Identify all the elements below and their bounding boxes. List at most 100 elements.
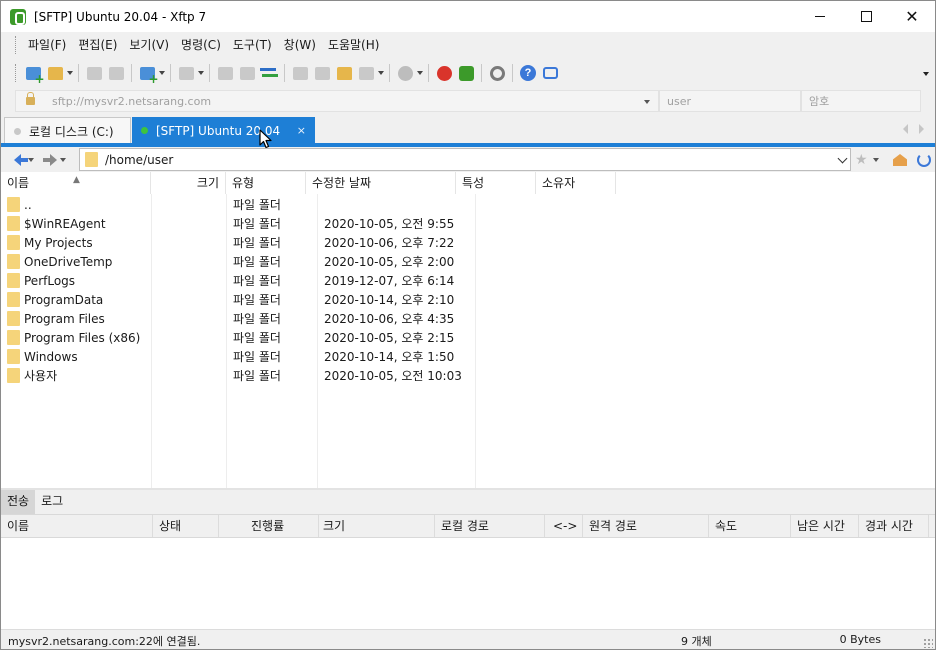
file-modified: 2020-10-05, 오전 10:03 xyxy=(324,369,462,383)
refresh-icon[interactable] xyxy=(917,153,931,167)
column-type[interactable]: 유형 xyxy=(226,172,306,194)
file-name-cell: 사용자 xyxy=(7,367,57,384)
column-owner[interactable]: 소유자 xyxy=(536,172,616,194)
chevron-down-icon[interactable] xyxy=(644,100,650,104)
transfer-col-size[interactable]: 크기 xyxy=(319,515,435,537)
column-modified[interactable]: 수정한 날짜 xyxy=(306,172,456,194)
paste-button[interactable] xyxy=(311,62,333,84)
menu-help[interactable]: 도움말(H) xyxy=(322,34,386,56)
tab-scroll-left-icon[interactable] xyxy=(903,124,908,134)
menu-tools[interactable]: 도구(T) xyxy=(227,34,278,56)
sync-button[interactable] xyxy=(258,62,280,84)
transfer-col-direction[interactable]: <-> xyxy=(545,515,583,537)
file-row[interactable]: 사용자 파일 폴더 2020-10-05, 오전 10:03 xyxy=(1,366,601,385)
new-session-button[interactable] xyxy=(22,62,45,86)
file-row[interactable]: Windows 파일 폴더 2020-10-14, 오후 1:50 xyxy=(1,347,601,366)
open-session-dropdown[interactable] xyxy=(66,62,74,84)
menu-command[interactable]: 명령(C) xyxy=(175,34,227,56)
transfer-col-elapsed[interactable]: 경과 시간 xyxy=(859,515,929,537)
tab-local-disk[interactable]: 로컬 디스크 (C:) xyxy=(4,117,131,144)
menu-edit[interactable]: 편집(E) xyxy=(72,34,123,56)
transfer-col-status[interactable]: 상태 xyxy=(153,515,219,537)
maximize-button[interactable] xyxy=(843,1,889,32)
chevron-down-icon[interactable] xyxy=(837,153,848,164)
transfer-col-name[interactable]: 이름 xyxy=(1,515,153,537)
column-size[interactable]: 크기 xyxy=(151,172,226,194)
upload-button[interactable] xyxy=(236,62,258,84)
toolbar-overflow-icon[interactable] xyxy=(923,72,929,76)
transfer-list[interactable] xyxy=(1,538,935,629)
forward-dropdown[interactable] xyxy=(58,150,68,170)
xftp-button[interactable] xyxy=(455,62,477,84)
tab-sftp-ubuntu[interactable]: [SFTP] Ubuntu 20.04 × xyxy=(132,117,315,144)
home-icon[interactable] xyxy=(893,154,907,166)
tab-transfers[interactable]: 전송 xyxy=(1,490,36,514)
tab-label: 로컬 디스크 (C:) xyxy=(29,124,114,139)
tab-close-icon[interactable]: × xyxy=(297,124,306,137)
file-row[interactable]: .. 파일 폴더 xyxy=(1,195,601,214)
password-input[interactable]: 암호 xyxy=(801,90,921,112)
transfer-col-speed[interactable]: 속도 xyxy=(709,515,791,537)
layout-button[interactable] xyxy=(355,62,377,84)
copy-button[interactable] xyxy=(289,62,311,84)
file-row[interactable]: PerfLogs 파일 폴더 2019-12-07, 오후 6:14 xyxy=(1,271,601,290)
menu-window[interactable]: 창(W) xyxy=(278,34,322,56)
file-name-cell: $WinREAgent xyxy=(7,216,106,231)
toolbar-grip[interactable] xyxy=(15,64,18,82)
disconnect-button[interactable] xyxy=(105,62,127,84)
properties-button[interactable] xyxy=(214,62,236,84)
bookmark-dropdown[interactable] xyxy=(871,150,881,170)
connect-button[interactable] xyxy=(83,62,105,84)
file-row[interactable]: My Projects 파일 폴더 2020-10-06, 오후 7:22 xyxy=(1,233,601,252)
open-terminal-button[interactable] xyxy=(175,62,197,84)
menu-file[interactable]: 파일(F) xyxy=(22,34,72,56)
file-name: PerfLogs xyxy=(24,273,76,288)
forward-button[interactable] xyxy=(40,150,58,170)
column-name[interactable]: 이름 ▲ xyxy=(1,172,151,194)
transfer-col-progress[interactable]: 진행률 xyxy=(219,515,319,537)
minimize-button[interactable] xyxy=(797,1,843,32)
back-dropdown[interactable] xyxy=(26,150,36,170)
file-row[interactable]: OneDriveTemp 파일 폴더 2020-10-05, 오후 2:00 xyxy=(1,252,601,271)
file-row[interactable]: $WinREAgent 파일 폴더 2020-10-05, 오전 9:55 xyxy=(1,214,601,233)
xftp-app-icon[interactable] xyxy=(10,8,26,25)
layout-dropdown[interactable] xyxy=(377,62,385,84)
options-button[interactable] xyxy=(486,62,508,84)
column-attributes[interactable]: 특성 xyxy=(456,172,536,194)
transfer-col-remaining[interactable]: 남은 시간 xyxy=(791,515,859,537)
transfer-col-remote-path[interactable]: 원격 경로 xyxy=(583,515,709,537)
open-session-button[interactable] xyxy=(44,62,66,84)
file-row[interactable]: ProgramData 파일 폴더 2020-10-14, 오후 2:10 xyxy=(1,290,601,309)
resize-grip-icon[interactable] xyxy=(923,638,933,648)
xshell-button[interactable] xyxy=(433,62,455,84)
file-name-cell: My Projects xyxy=(7,235,93,250)
new-tab-dropdown[interactable] xyxy=(158,62,166,84)
bookmark-star-icon[interactable]: ★ xyxy=(855,152,871,168)
back-button[interactable] xyxy=(8,150,28,170)
gear-icon xyxy=(489,65,505,81)
username-input[interactable]: user xyxy=(659,90,801,112)
menu-grip[interactable] xyxy=(15,36,18,54)
encoding-dropdown[interactable] xyxy=(416,62,424,84)
tab-log[interactable]: 로그 xyxy=(35,490,69,514)
file-name: $WinREAgent xyxy=(24,216,106,231)
help-button[interactable]: ? xyxy=(517,62,539,84)
tab-scroll-right-icon[interactable] xyxy=(919,124,924,134)
feedback-button[interactable] xyxy=(539,62,561,84)
menu-view[interactable]: 보기(V) xyxy=(123,34,175,56)
back-arrow-icon xyxy=(13,153,28,166)
clipboard-button[interactable] xyxy=(333,62,355,84)
transfer-col-local-path[interactable]: 로컬 경로 xyxy=(435,515,545,537)
password-placeholder: 암호 xyxy=(809,95,830,108)
file-row[interactable]: Program Files 파일 폴더 2020-10-06, 오후 4:35 xyxy=(1,309,601,328)
file-list-header: 이름 ▲ 크기 유형 수정한 날짜 특성 소유자 xyxy=(1,172,935,194)
file-row[interactable]: Program Files (x86) 파일 폴더 2020-10-05, 오후 2… xyxy=(1,328,601,347)
host-address-input[interactable]: sftp://mysvr2.netsarang.com xyxy=(15,90,659,112)
path-input[interactable]: /home/user xyxy=(79,148,851,171)
file-type: 파일 폴더 xyxy=(233,312,281,326)
encoding-button[interactable] xyxy=(394,62,416,84)
new-tab-button[interactable] xyxy=(136,62,159,86)
close-button[interactable]: ✕ xyxy=(889,1,935,32)
open-terminal-dropdown[interactable] xyxy=(197,62,205,84)
paste-icon xyxy=(314,66,330,80)
